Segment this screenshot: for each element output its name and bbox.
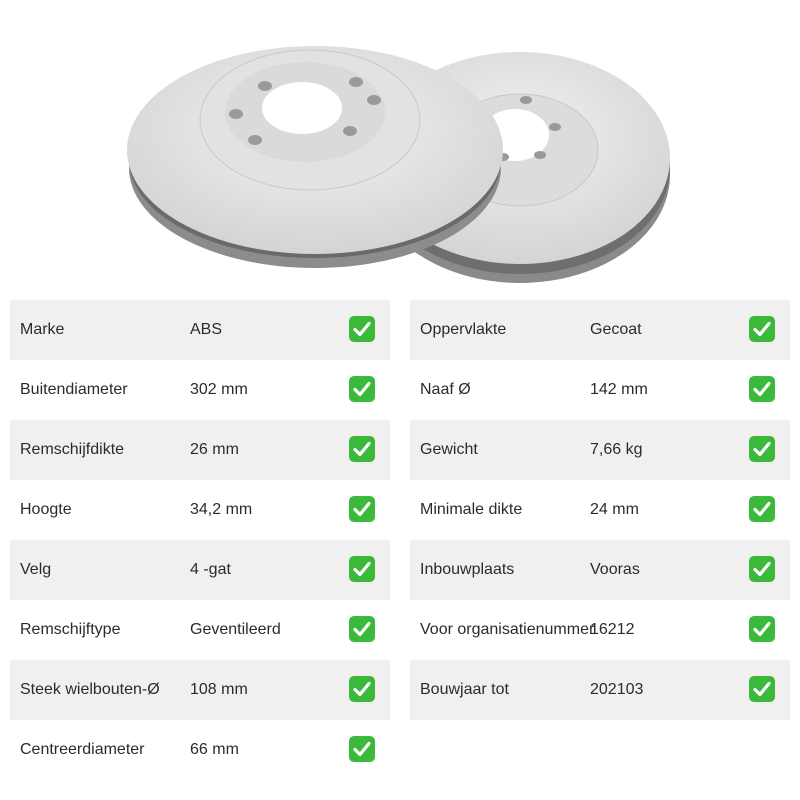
spec-row: Oppervlakte Gecoat [410,300,790,360]
spec-row: Gewicht 7,66 kg [410,420,790,480]
spec-row: Naaf Ø 142 mm [410,360,790,420]
spec-row: Centreerdiameter 66 mm [10,720,390,780]
check-icon [349,496,375,522]
spec-label: Naaf Ø [420,381,471,398]
check-icon [749,316,775,342]
spec-value: 24 mm [590,501,639,518]
check-icon [749,556,775,582]
spec-row: Minimale dikte 24 mm [410,480,790,540]
spec-value: Geventileerd [190,621,281,638]
spec-row: Voor organisatienummer 16212 [410,600,790,660]
check-icon [349,436,375,462]
spec-value: 302 mm [190,381,248,398]
check-icon [749,496,775,522]
spec-row: Hoogte 34,2 mm [10,480,390,540]
brake-disc-front [127,46,503,268]
spec-label: Steek wielbouten-Ø [20,681,160,698]
spec-value: 202103 [590,681,644,698]
spec-label: Oppervlakte [420,321,507,338]
spec-row: Bouwjaar tot 202103 [410,660,790,720]
spec-label: Minimale dikte [420,501,523,518]
spec-row: Steek wielbouten-Ø 108 mm [10,660,390,720]
spec-row: Buitendiameter 302 mm [10,360,390,420]
check-icon [349,316,375,342]
spec-label: Remschijftype [20,621,121,638]
spec-label: Velg [20,561,52,578]
check-icon [349,676,375,702]
check-icon [749,676,775,702]
spec-value: Vooras [590,561,640,578]
spec-label: Remschijfdikte [20,441,125,458]
spec-value: 34,2 mm [190,501,253,518]
spec-value: 108 mm [190,681,248,698]
spec-label: Centreerdiameter [20,741,145,758]
spec-table-left: Marke ABS Buitendiameter 302 mm Remschij… [10,300,390,780]
check-icon [749,616,775,642]
check-icon [349,736,375,762]
spec-value: 4 -gat [190,561,231,578]
check-icon [749,436,775,462]
spec-label: Buitendiameter [20,381,128,398]
spec-row: Remschijftype Geventileerd [10,600,390,660]
spec-value: ABS [190,321,223,338]
spec-row: Marke ABS [10,300,390,360]
check-icon [749,376,775,402]
spec-label: Hoogte [20,501,72,518]
spec-value: 7,66 kg [590,441,643,458]
brake-disc-image [127,46,670,283]
check-icon [349,556,375,582]
check-icon [349,376,375,402]
spec-value: 16212 [590,621,635,638]
spec-label: Voor organisatienummer [420,621,595,638]
spec-value: 66 mm [190,741,239,758]
check-icon [349,616,375,642]
spec-value: 142 mm [590,381,648,398]
spec-label: Inbouwplaats [420,561,515,578]
spec-row: Velg 4 -gat [10,540,390,600]
spec-label: Gewicht [420,441,478,458]
spec-row: Inbouwplaats Vooras [410,540,790,600]
spec-value: 26 mm [190,441,239,458]
spec-table-right: Oppervlakte Gecoat Naaf Ø 142 mm Gewicht… [410,300,790,720]
spec-label: Bouwjaar tot [420,681,509,698]
spec-label: Marke [20,321,65,338]
spec-row: Remschijfdikte 26 mm [10,420,390,480]
spec-value: Gecoat [590,321,642,338]
